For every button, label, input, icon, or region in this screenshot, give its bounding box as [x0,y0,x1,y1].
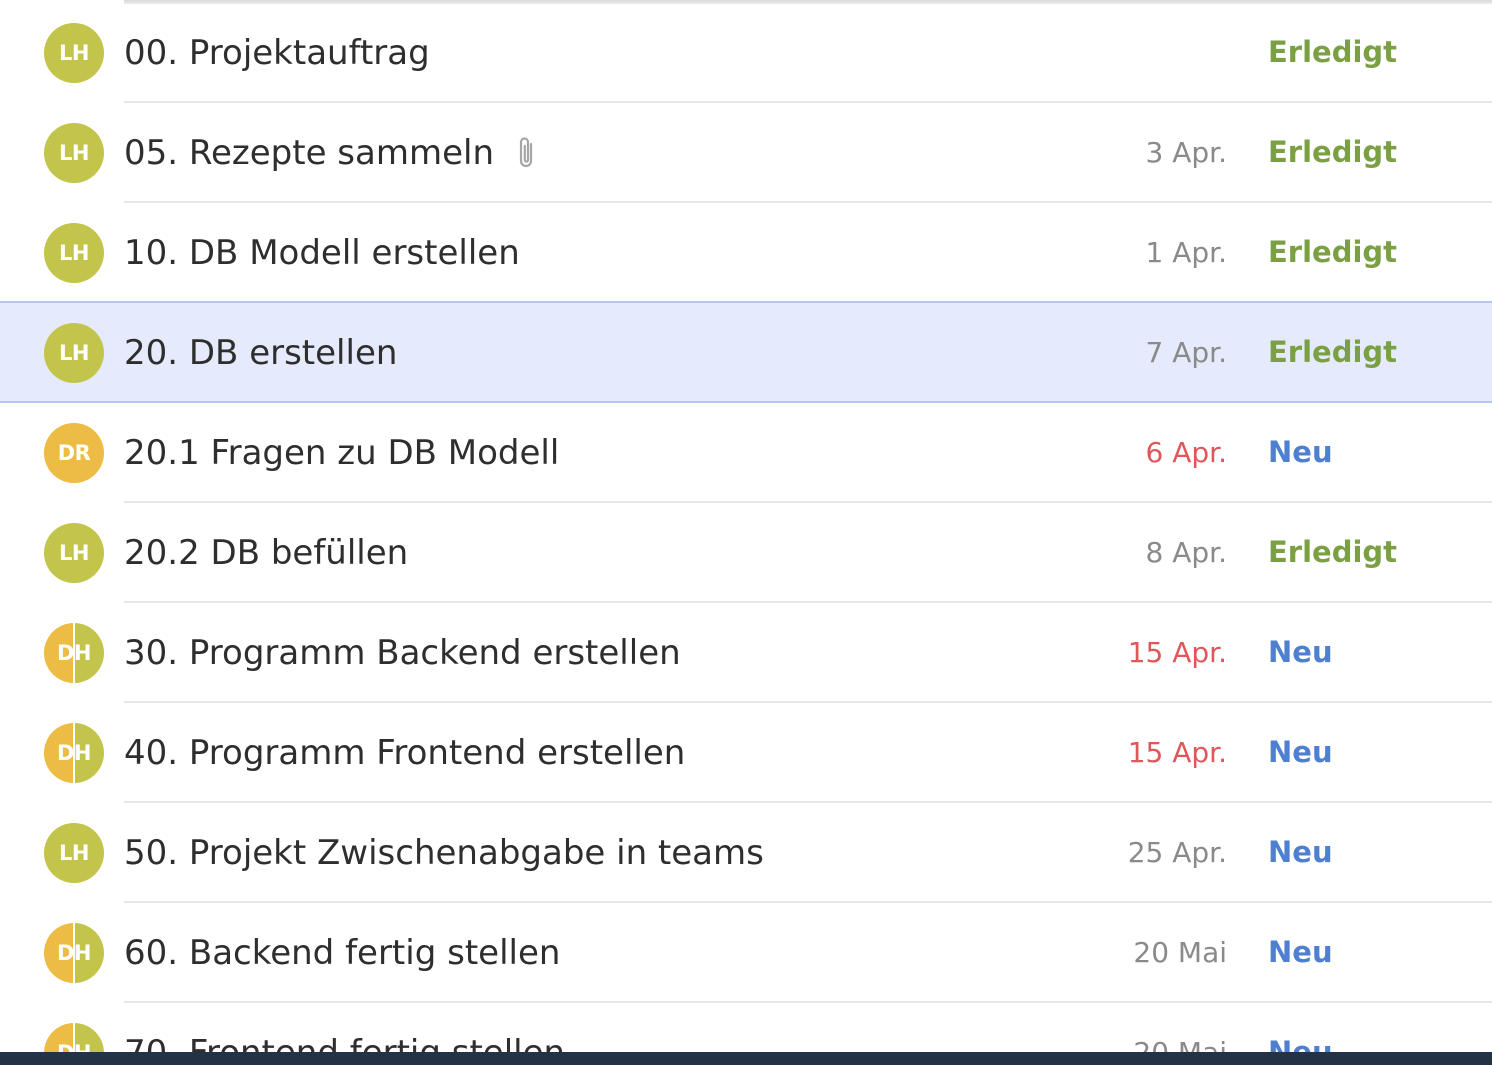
task-row[interactable]: DR 20.1 Fragen zu DB Modell 6 Apr. Neu [0,403,1492,503]
assignee-avatar[interactable]: LH [44,523,104,583]
task-list: LH 00. Projektauftrag Erledigt LH 05. Rezept… [0,3,1492,1065]
task-title-text: 20. DB erstellen [124,333,398,373]
status-label[interactable]: Erledigt [1268,32,1397,72]
status-label[interactable]: Neu [1268,832,1333,872]
assignee-avatar[interactable]: DR [44,423,104,483]
assignee-initials: LH [59,841,89,865]
task-title[interactable]: 40. Programm Frontend erstellen [124,732,685,774]
task-title[interactable]: 50. Projekt Zwischenabgabe in teams [124,832,764,874]
status-label[interactable]: Erledigt [1268,532,1397,572]
assignee-initials: LH [59,541,89,565]
assignee-avatar[interactable]: LH [44,23,104,83]
due-date: 6 Apr. [1145,436,1227,469]
task-title-text: 10. DB Modell erstellen [124,233,520,273]
due-date: 7 Apr. [1145,336,1227,369]
assignee-avatar[interactable]: LH [44,123,104,183]
task-title-text: 60. Backend fertig stellen [124,933,561,973]
task-title-text: 30. Programm Backend erstellen [124,633,681,673]
due-date: 20 Mai [1133,936,1227,969]
due-date: 15 Apr. [1127,636,1227,669]
task-row[interactable]: DH 30. Programm Backend erstellen 15 Apr. N… [0,603,1492,703]
task-list-view: LH 00. Projektauftrag Erledigt LH 05. Rezept… [0,0,1492,1065]
task-title-text: 50. Projekt Zwischenabgabe in teams [124,833,764,873]
assignee-initials: DH [56,741,92,765]
assignee-avatar[interactable]: LH [44,223,104,283]
bottom-toolbar [0,1052,1492,1065]
assignee-avatar[interactable]: DH [44,623,104,683]
due-date: 3 Apr. [1145,136,1227,169]
task-title-text: 00. Projektauftrag [124,33,430,73]
task-title-text: 05. Rezepte sammeln [124,133,494,173]
task-row[interactable]: LH 00. Projektauftrag Erledigt [0,3,1492,103]
assignee-initials: LH [59,241,89,265]
due-date: 8 Apr. [1145,536,1227,569]
assignee-initials: DR [57,441,91,465]
assignee-initials: DH [56,941,92,965]
task-row[interactable]: LH 05. Rezepte sammeln 3 Apr. Erledigt [0,103,1492,203]
task-row[interactable]: LH 20.2 DB befüllen 8 Apr. Erledigt [0,503,1492,603]
task-row[interactable]: DH 60. Backend fertig stellen 20 Mai Neu [0,903,1492,1003]
assignee-initials: LH [59,341,89,365]
status-label[interactable]: Erledigt [1268,332,1397,372]
due-date: 15 Apr. [1127,736,1227,769]
task-row[interactable]: DH 40. Programm Frontend erstellen 15 Apr.… [0,703,1492,803]
due-date: 25 Apr. [1127,836,1227,869]
task-title[interactable]: 30. Programm Backend erstellen [124,632,681,674]
task-row[interactable]: LH 50. Projekt Zwischenabgabe in teams 25 … [0,803,1492,903]
task-title[interactable]: 20.1 Fragen zu DB Modell [124,432,559,474]
task-title-text: 20.1 Fragen zu DB Modell [124,433,560,473]
status-label[interactable]: Neu [1268,932,1333,972]
status-label[interactable]: Neu [1268,432,1333,472]
task-row[interactable]: LH 20. DB erstellen 7 Apr. Erledigt [0,301,1492,403]
due-date: 1 Apr. [1145,236,1227,269]
task-title[interactable]: 05. Rezepte sammeln [124,132,538,174]
task-title[interactable]: 10. DB Modell erstellen [124,232,520,274]
task-title[interactable]: 00. Projektauftrag [124,32,430,74]
status-label[interactable]: Erledigt [1268,132,1397,172]
assignee-initials: DH [56,641,92,665]
task-title[interactable]: 60. Backend fertig stellen [124,932,560,974]
assignee-initials: LH [59,141,89,165]
paperclip-icon [514,135,538,171]
assignee-avatar[interactable]: DH [44,723,104,783]
assignee-avatar[interactable]: LH [44,823,104,883]
task-title[interactable]: 20.2 DB befüllen [124,532,408,574]
assignee-initials: LH [59,41,89,65]
status-label[interactable]: Neu [1268,732,1333,772]
task-title-text: 20.2 DB befüllen [124,533,409,573]
task-title-text: 40. Programm Frontend erstellen [124,733,686,773]
status-label[interactable]: Neu [1268,632,1333,672]
assignee-avatar[interactable]: LH [44,323,104,383]
assignee-avatar[interactable]: DH [44,923,104,983]
status-label[interactable]: Erledigt [1268,232,1397,272]
task-row[interactable]: LH 10. DB Modell erstellen 1 Apr. Erledigt [0,203,1492,303]
task-title[interactable]: 20. DB erstellen [124,332,397,374]
